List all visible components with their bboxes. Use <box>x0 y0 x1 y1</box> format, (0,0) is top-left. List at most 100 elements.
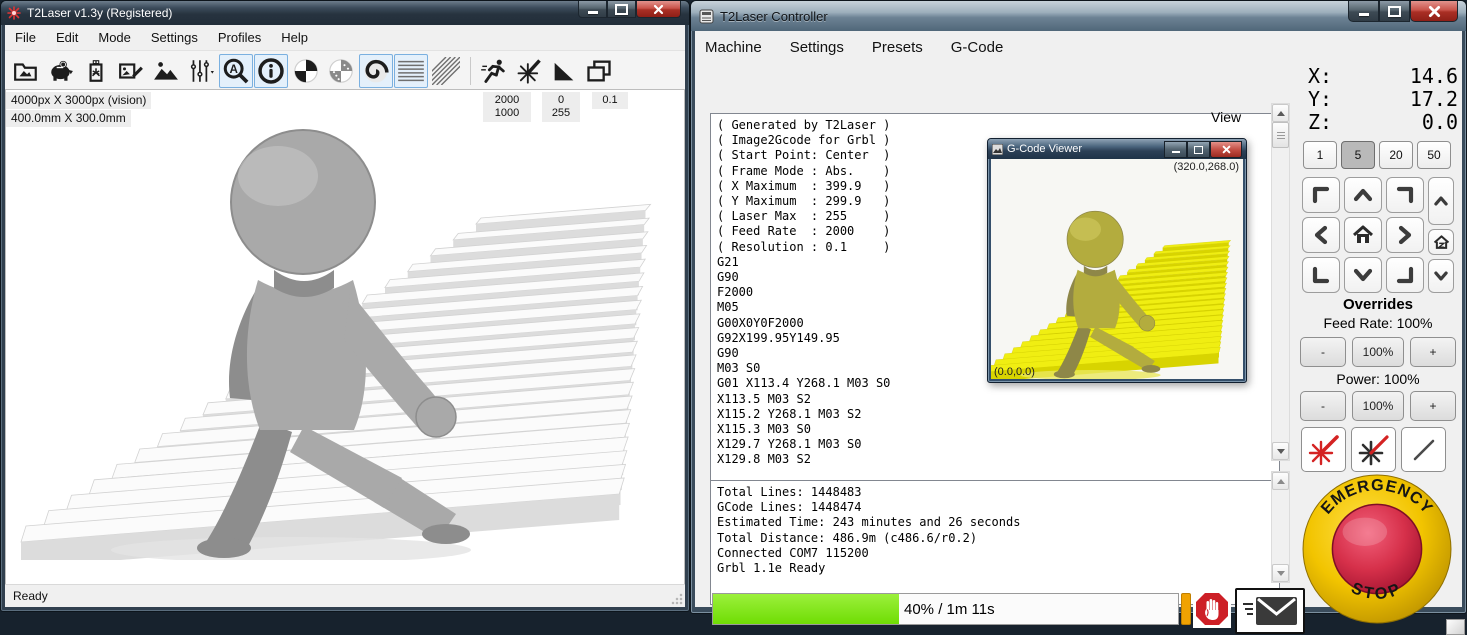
jog-left-button[interactable] <box>1302 217 1340 253</box>
power-minus-button[interactable]: - <box>1300 391 1346 421</box>
controller-minimize-button[interactable] <box>1348 1 1379 22</box>
progress-bar: 40% / 1m 11s <box>712 593 1179 625</box>
home-button[interactable] <box>1344 217 1382 253</box>
horizontal-lines-icon[interactable] <box>394 54 428 88</box>
edit-image-icon[interactable] <box>114 54 148 88</box>
laser-on-button[interactable] <box>1301 427 1346 472</box>
save-piggy-bank-icon[interactable] <box>44 54 78 88</box>
step-20-button[interactable]: 20 <box>1379 141 1413 169</box>
jog-down-right-button[interactable] <box>1386 257 1424 293</box>
jog-right-button[interactable] <box>1386 217 1424 253</box>
power-reset-button[interactable]: 100% <box>1352 391 1404 421</box>
laser-burst-icon[interactable] <box>512 54 546 88</box>
scroll-thumb[interactable] <box>1272 122 1289 148</box>
gcode-scrollbar[interactable] <box>1271 103 1290 461</box>
step-50-button[interactable]: 50 <box>1417 141 1451 169</box>
envelope-icon <box>1241 594 1299 628</box>
fast-run-icon[interactable] <box>477 54 511 88</box>
controller-maximize-button[interactable] <box>1379 1 1410 22</box>
dro-x-value: 14.6 <box>1410 64 1458 88</box>
status-text: Ready <box>13 589 48 603</box>
viewer-minimize-button[interactable] <box>1164 141 1187 158</box>
usb-send-icon[interactable] <box>79 54 113 88</box>
feed-values-box[interactable]: 20001000 <box>483 92 531 122</box>
line-icon <box>1407 433 1441 467</box>
info-icon[interactable] <box>254 54 288 88</box>
jog-up-button[interactable] <box>1344 177 1382 213</box>
controller-resize-grip[interactable] <box>1446 619 1465 635</box>
minimize-button[interactable] <box>578 1 607 18</box>
send-mail-button[interactable] <box>1235 588 1305 634</box>
viewer-maximize-button[interactable] <box>1187 141 1210 158</box>
gcode-viewer-window: G-Code Viewer (320.0,268.0) (0.0,0.0) <box>987 138 1247 383</box>
menu-profiles[interactable]: Profiles <box>208 25 271 50</box>
jog-up-right-button[interactable] <box>1386 177 1424 213</box>
feed-minus-button[interactable]: - <box>1300 337 1346 367</box>
close-button[interactable] <box>636 1 681 18</box>
z-up-button[interactable] <box>1428 177 1454 225</box>
view-label[interactable]: View <box>1211 109 1241 125</box>
viewer-stairs-art <box>991 159 1243 379</box>
viewer-origin-coord: (0.0,0.0) <box>994 366 1035 378</box>
resize-grip[interactable] <box>671 593 683 605</box>
feed-reset-button[interactable]: 100% <box>1352 337 1404 367</box>
menu-edit[interactable]: Edit <box>46 25 88 50</box>
t2laser-main-window: T2Laser v1.3y (Registered) File Edit Mod… <box>0 0 690 612</box>
laser-off-icon <box>1357 433 1391 467</box>
dro-y-value: 17.2 <box>1410 87 1458 111</box>
menu-file[interactable]: File <box>5 25 46 50</box>
step-5-button[interactable]: 5 <box>1341 141 1375 169</box>
dro-x: X:14.6 <box>1308 64 1458 88</box>
menu-settings[interactable]: Settings <box>141 25 208 50</box>
status-scrollbar[interactable] <box>1271 471 1290 583</box>
controller-menu-bar: Machine Settings Presets G-Code <box>695 31 1462 62</box>
resolution-box[interactable]: 0.1 <box>592 92 628 109</box>
menu-mode[interactable]: Mode <box>88 25 141 50</box>
jog-up-left-button[interactable] <box>1302 177 1340 213</box>
menu-controller-settings[interactable]: Settings <box>776 37 858 58</box>
menu-machine[interactable]: Machine <box>703 37 776 58</box>
text-zoom-icon[interactable]: A <box>219 54 253 88</box>
power-plus-button[interactable]: + <box>1410 391 1456 421</box>
emergency-stop-button[interactable]: EMERGENCY STOP <box>1301 473 1453 625</box>
halftone-circle-icon[interactable] <box>289 54 323 88</box>
feed-rate-label: Feed Rate: 100% <box>1298 315 1458 331</box>
image-size-mm-label: 400.0mm X 300.0mm <box>6 110 131 127</box>
stop-hand-button[interactable] <box>1193 590 1231 628</box>
cascade-windows-icon[interactable] <box>582 54 616 88</box>
overrides-heading: Overrides <box>1298 296 1458 313</box>
dither-circle-icon[interactable] <box>324 54 358 88</box>
scroll-down-arrow[interactable] <box>1272 442 1289 460</box>
menu-gcode[interactable]: G-Code <box>937 37 1018 58</box>
feed-plus-button[interactable]: + <box>1410 337 1456 367</box>
jog-down-button[interactable] <box>1344 257 1382 293</box>
play-triangle-icon[interactable] <box>547 54 581 88</box>
z-down-button[interactable] <box>1428 259 1454 293</box>
z-home-button[interactable] <box>1428 229 1454 255</box>
status-scroll-down-arrow[interactable] <box>1272 564 1289 582</box>
image-icon[interactable] <box>149 54 183 88</box>
step-1-button[interactable]: 1 <box>1303 141 1337 169</box>
open-image-icon[interactable] <box>9 54 43 88</box>
laser-off-button[interactable] <box>1351 427 1396 472</box>
adjustment-sliders-icon[interactable] <box>184 54 218 88</box>
main-status-bar: Ready <box>5 584 685 607</box>
menu-presets[interactable]: Presets <box>858 37 937 58</box>
svg-text:A: A <box>229 63 238 76</box>
diagonal-lines-icon[interactable] <box>429 54 463 88</box>
viewer-close-button[interactable] <box>1210 141 1242 158</box>
jog-down-left-button[interactable] <box>1302 257 1340 293</box>
maximize-button[interactable] <box>607 1 636 18</box>
controller-status-box[interactable]: Total Lines: 1448483 GCode Lines: 144847… <box>710 480 1280 605</box>
controller-close-button[interactable] <box>1410 1 1458 22</box>
menu-help[interactable]: Help <box>271 25 318 50</box>
power-values-box[interactable]: 0255 <box>542 92 580 122</box>
dro-z-value: 0.0 <box>1422 110 1458 134</box>
line-test-button[interactable] <box>1401 427 1446 472</box>
scroll-up-arrow[interactable] <box>1272 104 1289 122</box>
status-scroll-up-arrow[interactable] <box>1272 472 1289 490</box>
laser-app-icon <box>7 6 21 20</box>
pause-indicator[interactable] <box>1181 593 1191 625</box>
dro-z: Z:0.0 <box>1308 110 1458 134</box>
spiral-engrave-icon[interactable] <box>359 54 393 88</box>
